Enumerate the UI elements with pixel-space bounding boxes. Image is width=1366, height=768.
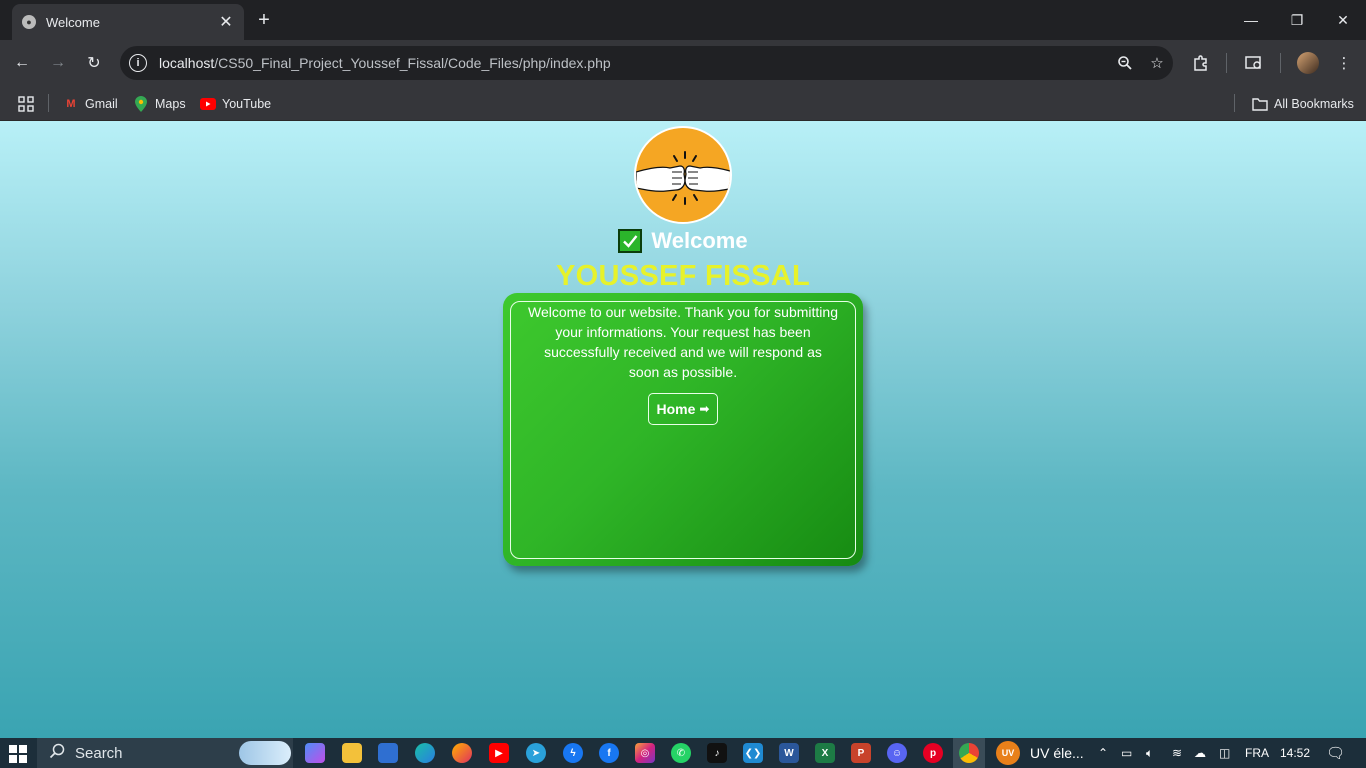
welcome-heading: Welcome (651, 228, 748, 253)
folder-icon (1252, 96, 1268, 112)
home-button-label: Home (656, 401, 696, 417)
bookmarks-divider (1234, 94, 1235, 112)
uv-app-icon: UV (996, 741, 1020, 765)
bookmark-label: Gmail (85, 97, 118, 111)
windows-start-icon[interactable] (9, 745, 27, 763)
tab-title: Welcome (46, 14, 100, 30)
volume-icon[interactable]: 🔈︎ (1146, 738, 1153, 768)
home-button[interactable]: Home ➡ (648, 393, 718, 425)
whatsapp-icon[interactable]: ✆ (671, 743, 691, 763)
bookmarks-bar: M Gmail Maps YouTube All Bookmarks (0, 86, 1366, 121)
messenger-icon[interactable]: ϟ (563, 743, 583, 763)
taskbar-search[interactable]: Search (37, 738, 293, 768)
tiktok-icon[interactable]: ♪ (707, 743, 727, 763)
youtube-app-icon[interactable]: ▶ (489, 743, 509, 763)
apps-grid-icon[interactable] (18, 93, 34, 115)
search-highlight-image (239, 741, 291, 765)
maps-icon (133, 96, 149, 112)
instagram-icon[interactable]: ◎ (635, 743, 655, 763)
language-indicator[interactable]: FRA (1245, 738, 1269, 768)
profile-avatar[interactable] (1296, 51, 1320, 75)
onedrive-cloud-icon[interactable]: ☁ (1194, 738, 1206, 768)
search-label: Search (75, 744, 123, 762)
tab-search-icon[interactable] (1242, 51, 1266, 75)
tab-close-icon[interactable]: ✕ (218, 12, 234, 32)
uv-window-label: UV éle... (1030, 745, 1084, 761)
store-icon[interactable] (378, 743, 398, 763)
tab-strip: ● Welcome ✕ + — ❐ ✕ (0, 0, 1366, 40)
discord-icon[interactable]: ☺ (887, 743, 907, 763)
extensions-icon[interactable] (1189, 51, 1213, 75)
show-hidden-icons-icon[interactable]: ⌃ (1098, 738, 1108, 768)
zoom-icon[interactable] (1109, 47, 1141, 79)
check-icon (618, 229, 643, 253)
bookmarks-divider (48, 94, 49, 112)
tab-favicon-icon: ● (22, 15, 36, 29)
facebook-icon[interactable]: f (599, 743, 619, 763)
bookmark-star-icon[interactable]: ☆ (1141, 47, 1173, 79)
taskbar-uv-window[interactable]: UV UV éle... (996, 738, 1084, 768)
bookmark-maps[interactable]: Maps (133, 93, 186, 115)
vscode-icon[interactable]: ❮❯ (743, 743, 763, 763)
toolbar-divider (1280, 53, 1281, 73)
youtube-icon (200, 96, 216, 112)
restore-icon[interactable]: ❐ (1274, 0, 1320, 40)
gmail-icon: M (66, 98, 76, 110)
toolbar-divider (1226, 53, 1227, 73)
camera-icon[interactable]: ◫ (1219, 738, 1230, 768)
notifications-icon[interactable]: 🗨︎ (1326, 738, 1345, 768)
back-arrow-icon[interactable]: ← (10, 51, 34, 75)
bookmark-label: YouTube (222, 97, 272, 111)
bookmark-gmail[interactable]: M Gmail (63, 93, 118, 115)
welcome-heading-row: Welcome (0, 228, 1366, 254)
minimize-icon[interactable]: — (1228, 0, 1274, 40)
fist-bump-icon (634, 126, 732, 224)
chrome-icon[interactable] (959, 743, 979, 763)
windows-taskbar: Search ▶ ➤ ϟ f ◎ ✆ ♪ ❮❯ W X P ☺ p UV UV … (0, 738, 1366, 768)
excel-icon[interactable]: X (815, 743, 835, 763)
search-icon (49, 743, 65, 763)
all-bookmarks-label: All Bookmarks (1274, 97, 1354, 111)
new-tab-button[interactable]: + (254, 8, 274, 32)
firefox-icon[interactable] (452, 743, 472, 763)
address-bar[interactable]: i localhost/CS50_Final_Project_Youssef_F… (120, 46, 1173, 80)
copilot-icon[interactable] (305, 743, 325, 763)
battery-icon[interactable]: ▭ (1121, 738, 1132, 768)
file-explorer-icon[interactable] (342, 743, 362, 763)
site-info-icon[interactable]: i (129, 54, 147, 72)
browser-toolbar: ← → ↻ i localhost/CS50_Final_Project_You… (0, 40, 1366, 86)
bookmark-label: Maps (155, 97, 186, 111)
word-icon[interactable]: W (779, 743, 799, 763)
bookmark-youtube[interactable]: YouTube (200, 93, 271, 115)
user-name: YOUSSEF FISSAL (556, 260, 810, 292)
wifi-icon[interactable]: ≋ (1172, 738, 1182, 768)
reload-icon[interactable]: ↻ (82, 51, 106, 75)
close-window-icon[interactable]: ✕ (1320, 0, 1366, 40)
powerpoint-icon[interactable]: P (851, 743, 871, 763)
arrow-right-icon: ➡ (699, 402, 710, 416)
forward-arrow-icon[interactable]: → (46, 51, 70, 75)
browser-tab[interactable]: ● Welcome ✕ (12, 4, 244, 40)
url-text[interactable]: localhost/CS50_Final_Project_Youssef_Fis… (159, 55, 1109, 71)
edge-icon[interactable] (415, 743, 435, 763)
clock[interactable]: 14:52 (1280, 738, 1310, 768)
all-bookmarks-button[interactable]: All Bookmarks (1252, 93, 1354, 115)
menu-kebab-icon[interactable]: ⋮ (1332, 51, 1356, 75)
telegram-icon[interactable]: ➤ (526, 743, 546, 763)
welcome-message: Welcome to our website. Thank you for su… (528, 304, 838, 380)
pinterest-icon[interactable]: p (923, 743, 943, 763)
